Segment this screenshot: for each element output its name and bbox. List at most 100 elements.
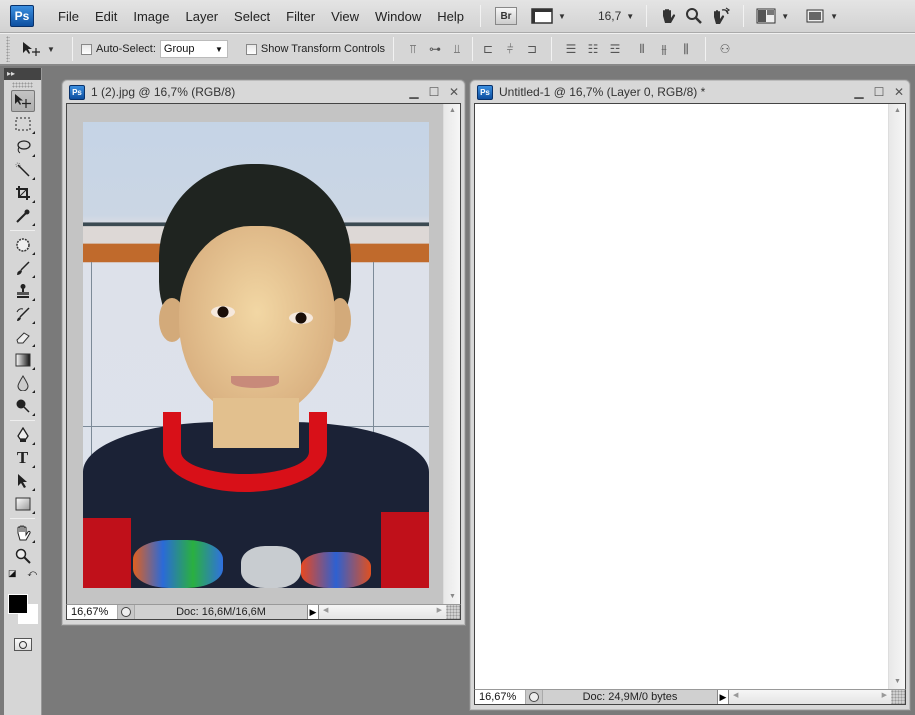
document-title: Untitled-1 @ 16,7% (Layer 0, RGB/8) * [499, 85, 706, 99]
scroll-right-icon[interactable]: ▶ [882, 691, 887, 699]
auto-align-layers-icon[interactable]: ⚇ [717, 42, 733, 56]
zoom-tool-button[interactable] [685, 4, 703, 28]
hand-tool[interactable] [11, 522, 35, 544]
scroll-left-icon[interactable]: ◀ [733, 691, 738, 699]
eyedropper-tool[interactable] [11, 205, 35, 227]
status-menu-arrow-icon[interactable]: ▶ [307, 605, 319, 619]
zoom-field[interactable]: 16,67% [475, 690, 525, 704]
canvas-area[interactable] [67, 104, 443, 604]
canvas-area[interactable] [475, 104, 888, 689]
scroll-right-icon[interactable]: ▶ [437, 606, 442, 614]
maximize-icon[interactable]: ☐ [424, 85, 444, 99]
blur-tool[interactable] [11, 372, 35, 394]
magic-wand-tool[interactable] [11, 159, 35, 181]
align-left-icon[interactable]: ⊏ [480, 42, 496, 56]
zoom-field[interactable]: 16,67% [67, 605, 117, 619]
eyedropper-icon [15, 209, 29, 223]
type-icon: T [16, 448, 29, 467]
zoom-level-dropdown[interactable]: 16,7 ▼ [574, 4, 634, 28]
move-tool-icon [23, 42, 40, 56]
align-vcenter-icon[interactable]: ⊶ [427, 42, 443, 56]
horizontal-scrollbar[interactable]: ◀ ▶ [319, 605, 446, 619]
vertical-scrollbar[interactable]: ▲ ▼ [443, 104, 460, 604]
menu-file[interactable]: File [50, 0, 87, 33]
distribute-top-icon[interactable]: ☰ [563, 42, 579, 56]
rect-marquee-icon [15, 117, 30, 131]
marquee-tool[interactable] [11, 113, 35, 135]
minimize-icon[interactable]: ▁ [849, 85, 869, 99]
scroll-up-icon[interactable]: ▲ [889, 104, 906, 118]
distribute-left-icon[interactable]: ⫴ [634, 42, 650, 56]
scroll-up-icon[interactable]: ▲ [444, 104, 461, 118]
distribute-right-icon[interactable]: ⫼ [678, 42, 694, 56]
align-hcenter-icon[interactable]: ⫩ [502, 42, 518, 56]
horizontal-scrollbar[interactable]: ◀ ▶ [729, 690, 891, 704]
status-options-icon[interactable] [525, 690, 543, 704]
move-tool[interactable] [10, 90, 35, 112]
show-transform-checkbox[interactable] [245, 43, 257, 55]
zoom-tool[interactable] [11, 545, 35, 567]
arrange-documents-button[interactable]: ▼ [756, 4, 789, 28]
hand-tool-button[interactable] [659, 4, 677, 28]
menu-view[interactable]: View [323, 0, 367, 33]
bridge-button[interactable]: Br [495, 7, 518, 25]
type-tool[interactable]: T [11, 447, 35, 469]
close-icon[interactable]: ✕ [889, 85, 909, 99]
eraser-tool[interactable] [11, 326, 35, 348]
lasso-tool[interactable] [11, 136, 35, 158]
tools-panel-grip[interactable] [12, 82, 33, 88]
auto-select-dropdown[interactable]: Group ▼ [159, 40, 228, 58]
auto-select-value: Group [163, 43, 195, 55]
menu-edit[interactable]: Edit [87, 0, 125, 33]
distribute-vcenter-icon[interactable]: ☷ [585, 42, 601, 56]
photoshop-logo: Ps [10, 5, 34, 27]
tool-preset-picker[interactable]: ▼ [22, 41, 64, 57]
menu-select[interactable]: Select [226, 0, 278, 33]
history-brush-icon [16, 307, 30, 321]
resize-grip[interactable] [446, 605, 460, 619]
crop-tool[interactable] [11, 182, 35, 204]
resize-grip[interactable] [891, 690, 905, 704]
align-bottom-icon[interactable]: ⫫ [449, 42, 465, 56]
align-top-icon[interactable]: ⫪ [405, 42, 421, 56]
options-bar: ▼ Auto-Select: Group ▼ Show Transform Co… [0, 33, 915, 66]
dodge-tool[interactable] [11, 395, 35, 417]
document-title-bar[interactable]: Ps 1 (2).jpg @ 16,7% (RGB/8) ▁ ☐ ✕ [63, 81, 464, 103]
maximize-icon[interactable]: ☐ [869, 85, 889, 99]
rotate-view-button[interactable] [711, 4, 731, 28]
tools-panel-collapse[interactable]: ▸▸ [4, 68, 41, 80]
vertical-scrollbar[interactable]: ▲ ▼ [888, 104, 905, 689]
options-bar-grip[interactable] [6, 36, 10, 62]
gradient-tool[interactable] [11, 349, 35, 371]
rectangle-tool[interactable] [11, 493, 35, 515]
auto-select-checkbox[interactable] [81, 43, 92, 55]
scroll-down-icon[interactable]: ▼ [444, 590, 461, 604]
distribute-hcenter-icon[interactable]: ⫵ [656, 42, 672, 56]
screen-mode-button[interactable]: ▼ [805, 4, 838, 28]
history-brush-tool[interactable] [11, 303, 35, 325]
quick-mask-button[interactable] [13, 638, 32, 651]
menu-filter[interactable]: Filter [278, 0, 323, 33]
menu-layer[interactable]: Layer [178, 0, 227, 33]
clone-stamp-tool[interactable] [11, 280, 35, 302]
status-options-icon[interactable] [117, 605, 135, 619]
scroll-down-icon[interactable]: ▼ [889, 675, 906, 689]
default-colors-icon[interactable]: ◪ [8, 568, 17, 582]
document-title-bar[interactable]: Ps Untitled-1 @ 16,7% (Layer 0, RGB/8) *… [471, 81, 909, 103]
path-selection-tool[interactable] [11, 470, 35, 492]
brush-tool[interactable] [11, 257, 35, 279]
close-icon[interactable]: ✕ [444, 85, 464, 99]
swap-colors-icon[interactable]: ⤺ [27, 568, 37, 582]
minimize-icon[interactable]: ▁ [404, 85, 424, 99]
foreground-color-swatch[interactable] [8, 594, 28, 614]
menu-image[interactable]: Image [125, 0, 177, 33]
status-menu-arrow-icon[interactable]: ▶ [717, 690, 729, 704]
menu-help[interactable]: Help [429, 0, 472, 33]
mini-bridge-button[interactable]: ▼ [531, 4, 566, 28]
spot-healing-tool[interactable] [11, 234, 35, 256]
distribute-bottom-icon[interactable]: ☲ [607, 42, 623, 56]
scroll-left-icon[interactable]: ◀ [323, 606, 328, 614]
align-right-icon[interactable]: ⊐ [524, 42, 540, 56]
pen-tool[interactable] [11, 424, 35, 446]
menu-window[interactable]: Window [367, 0, 429, 33]
